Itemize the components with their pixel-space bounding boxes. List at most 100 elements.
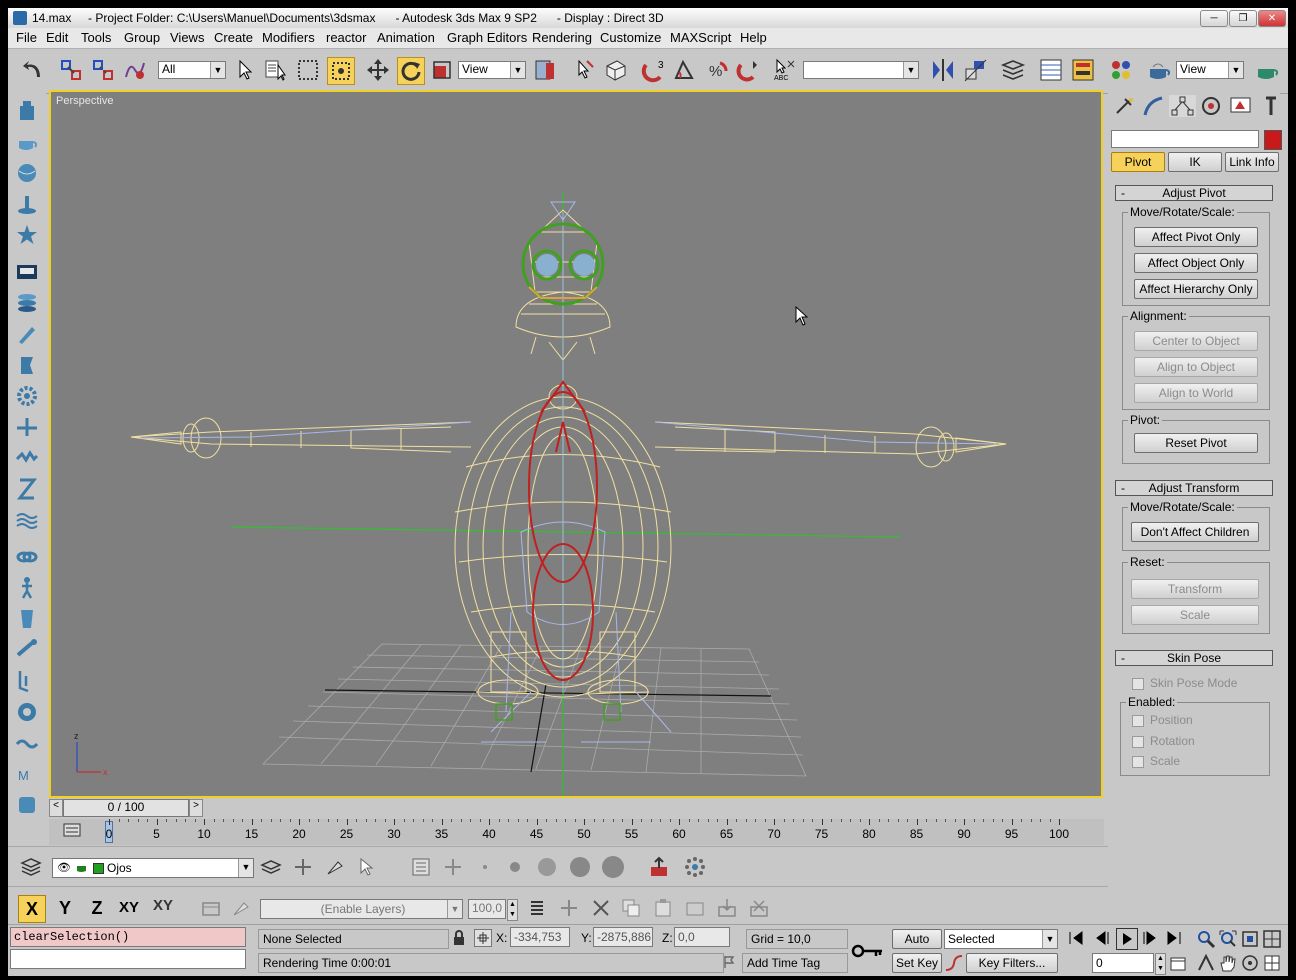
window-crossing-icon[interactable]: [327, 57, 355, 85]
menu-customize[interactable]: Customize: [600, 30, 661, 45]
adjust-pivot-rollout[interactable]: - Adjust Pivot: [1115, 185, 1273, 201]
cylinder-icon[interactable]: [14, 191, 40, 217]
select-and-manipulate-icon[interactable]: [571, 57, 597, 83]
reset-pivot-button[interactable]: Reset Pivot: [1134, 433, 1258, 453]
teapot-icon[interactable]: [14, 129, 40, 155]
select-by-name-icon[interactable]: [263, 57, 289, 83]
wave-icon[interactable]: [14, 730, 40, 756]
ik-tab-button[interactable]: IK: [1168, 152, 1222, 172]
xy-cycle-button[interactable]: XY: [148, 895, 178, 921]
menu-edit[interactable]: Edit: [46, 30, 68, 45]
percent-snap-toggle-icon[interactable]: %: [704, 57, 730, 83]
time-tag-icon[interactable]: [722, 954, 736, 970]
menu-help[interactable]: Help: [740, 30, 767, 45]
eye-icon[interactable]: 👁: [57, 861, 71, 874]
menu-group[interactable]: Group: [124, 30, 160, 45]
layer-spinner-field[interactable]: 100,0: [468, 899, 506, 919]
render-view-dropdown[interactable]: View ▼: [1176, 61, 1244, 79]
zoom-extents-icon[interactable]: [1240, 929, 1260, 949]
center-to-object-button[interactable]: Center to Object: [1134, 331, 1258, 351]
skin-icon[interactable]: [14, 606, 40, 632]
select-and-link-icon[interactable]: [58, 57, 84, 83]
render-scene-icon[interactable]: [1146, 57, 1172, 83]
menu-create[interactable]: Create: [214, 30, 253, 45]
time-slider[interactable]: < 0 / 100 >: [49, 799, 1104, 817]
align-to-object-button[interactable]: Align to Object: [1134, 357, 1258, 377]
pivot-tab-button[interactable]: Pivot: [1111, 152, 1165, 172]
go-to-start-icon[interactable]: [1066, 929, 1086, 947]
restrict-z-button[interactable]: Z: [84, 895, 110, 921]
selection-lock-icon[interactable]: [452, 929, 466, 947]
track-bar[interactable]: 0 5 10 15 20 25 30 35 40 45 50 55 60 65 70 75 80 85 90 95 10…: [49, 819, 1104, 845]
mini-curve-editor-icon[interactable]: [63, 821, 81, 839]
link-info-tab-button[interactable]: Link Info: [1225, 152, 1279, 172]
menu-graph-editors[interactable]: Graph Editors: [447, 30, 527, 45]
display-tab-icon[interactable]: [1227, 95, 1254, 117]
zoom-extents-all-icon[interactable]: [1262, 929, 1282, 949]
schematic-view-icon[interactable]: [1070, 57, 1096, 83]
minimize-button[interactable]: ─: [1200, 10, 1228, 27]
affect-hierarchy-only-button[interactable]: Affect Hierarchy Only: [1134, 279, 1258, 299]
absolute-mode-icon[interactable]: [474, 929, 492, 947]
object-color-swatch[interactable]: [1264, 130, 1282, 150]
align-icon[interactable]: [962, 57, 988, 83]
select-and-move-icon[interactable]: [365, 57, 391, 83]
rotation-checkbox[interactable]: Rotation: [1132, 734, 1195, 748]
enable-layers-dropdown[interactable]: (Enable Layers) ▼: [260, 899, 463, 919]
scale-checkbox[interactable]: Scale: [1132, 754, 1180, 768]
next-frame-icon[interactable]: [1140, 929, 1160, 947]
star-icon[interactable]: [14, 222, 40, 248]
orbit-icon[interactable]: [1240, 953, 1260, 973]
key-filters-button[interactable]: Key Filters...: [966, 953, 1058, 973]
material-editor-icon[interactable]: [1108, 57, 1134, 83]
position-checkbox[interactable]: Position: [1132, 713, 1193, 727]
link-icon[interactable]: [14, 544, 40, 570]
particle-icon[interactable]: [684, 856, 706, 878]
spinner-arrows-icon[interactable]: ▲ ▼: [507, 899, 518, 921]
auto-key-button[interactable]: Auto Key: [892, 929, 942, 965]
default-tangent-icon[interactable]: [944, 953, 964, 973]
utilities-tab-icon[interactable]: [1256, 95, 1283, 117]
collapse-layer-icon[interactable]: [684, 897, 706, 919]
set-key-button[interactable]: Set Key: [892, 953, 942, 973]
time-slider-prev[interactable]: <: [49, 799, 63, 817]
key-icon[interactable]: [848, 933, 888, 969]
reference-coordinate-dropdown[interactable]: View ▼: [458, 61, 526, 79]
lathe-icon[interactable]: [14, 352, 40, 378]
curve-editor-icon[interactable]: [1038, 57, 1064, 83]
utility-icon[interactable]: [14, 792, 40, 818]
menu-animation[interactable]: Animation: [377, 30, 435, 45]
field-of-view-icon[interactable]: [1196, 953, 1216, 973]
select-and-rotate-icon[interactable]: [397, 57, 425, 85]
noise-modifier-icon[interactable]: [14, 445, 40, 471]
skin-pose-mode-checkbox[interactable]: Skin Pose Mode: [1132, 676, 1237, 690]
selection-filter-dropdown[interactable]: All ▼: [158, 61, 226, 79]
play-icon[interactable]: [1116, 928, 1138, 950]
maximize-viewport-icon[interactable]: [1262, 953, 1282, 973]
align-to-world-button[interactable]: Align to World: [1134, 383, 1258, 403]
layers-stack-icon[interactable]: [20, 856, 42, 878]
sphere-icon[interactable]: [14, 160, 40, 186]
adjust-transform-rollout[interactable]: - Adjust Transform: [1115, 480, 1273, 496]
bind-space-warp-icon[interactable]: [122, 57, 148, 83]
motion-tab-icon[interactable]: [1198, 95, 1225, 117]
restrict-y-button[interactable]: Y: [52, 895, 78, 921]
create-box-icon[interactable]: [14, 98, 40, 124]
angle-snap-toggle-icon[interactable]: [672, 57, 698, 83]
frame-spinner-icon[interactable]: ▲ ▼: [1155, 953, 1166, 975]
ripple-modifier-icon[interactable]: [14, 507, 40, 533]
copy-layer-icon[interactable]: [620, 897, 642, 919]
add-time-tag-button[interactable]: Add Time Tag: [742, 953, 848, 973]
select-object-icon[interactable]: [232, 57, 258, 83]
x-coordinate-field[interactable]: -334,753: [510, 927, 570, 947]
add-to-layer-icon[interactable]: [292, 856, 314, 878]
snaps-toggle-icon[interactable]: 3: [641, 57, 667, 83]
plane-icon[interactable]: [14, 259, 40, 285]
y-coordinate-field[interactable]: -2875,886: [593, 927, 653, 947]
character-export-icon[interactable]: [648, 856, 670, 878]
select-in-layer-icon[interactable]: [324, 856, 346, 878]
reset-transform-button[interactable]: Transform: [1131, 579, 1259, 599]
menu-tools[interactable]: Tools: [81, 30, 111, 45]
layer-list-icon[interactable]: [526, 897, 548, 919]
create-tab-icon[interactable]: [1111, 95, 1138, 117]
